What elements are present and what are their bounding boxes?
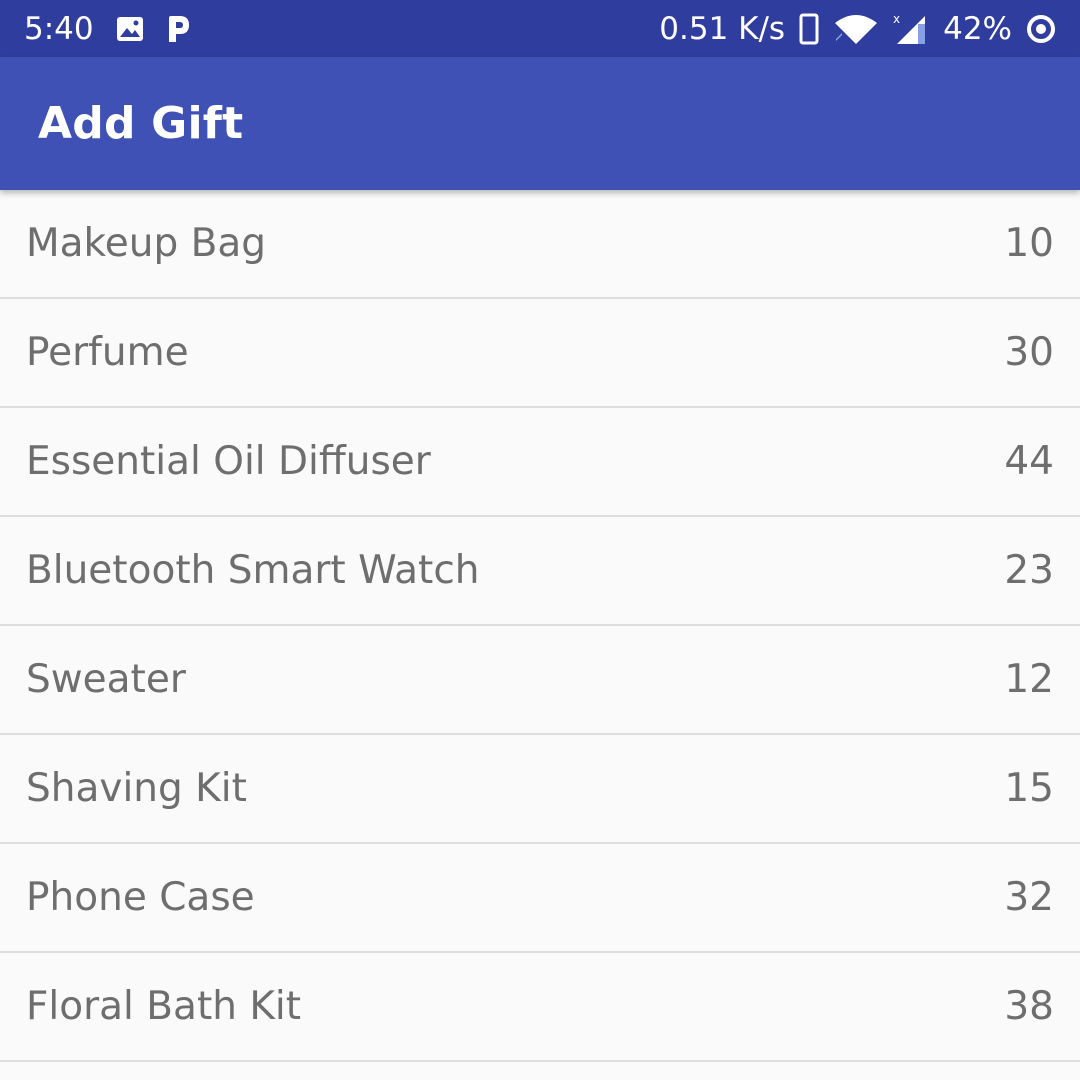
gift-value: 32	[1004, 875, 1054, 920]
parking-icon	[166, 14, 192, 44]
gift-item-sweater[interactable]: Sweater 12	[0, 626, 1080, 735]
gift-name: Floral Bath Kit	[26, 984, 302, 1029]
battery-ring-icon	[1026, 14, 1056, 44]
gift-name: Makeup Bag	[26, 221, 267, 266]
app-bar: Add Gift	[0, 57, 1080, 190]
gift-name: Bluetooth Smart Watch	[26, 548, 480, 593]
battery-percent: 42%	[943, 10, 1012, 47]
gift-value: 38	[1004, 984, 1054, 1029]
gift-item-essential-oil-diffuser[interactable]: Essential Oil Diffuser 44	[0, 408, 1080, 517]
gift-name: Sweater	[26, 657, 186, 702]
gift-item-phone-case[interactable]: Phone Case 32	[0, 844, 1080, 953]
signal-icon: x	[893, 12, 929, 46]
gift-item-bluetooth-smart-watch[interactable]: Bluetooth Smart Watch 23	[0, 517, 1080, 626]
status-time: 5:40	[24, 10, 94, 47]
gift-item-floral-bath-kit[interactable]: Floral Bath Kit 38	[0, 953, 1080, 1062]
gift-list: Makeup Bag 10 Perfume 30 Essential Oil D…	[0, 190, 1080, 1062]
gift-value: 23	[1004, 548, 1054, 593]
network-speed: 0.51 K/s	[659, 10, 786, 47]
gift-value: 10	[1004, 221, 1054, 266]
gift-name: Essential Oil Diffuser	[26, 439, 431, 484]
gift-name: Phone Case	[26, 875, 255, 920]
gift-item-perfume[interactable]: Perfume 30	[0, 299, 1080, 408]
gift-name: Shaving Kit	[26, 766, 247, 811]
wifi-icon	[833, 13, 879, 45]
gift-name: Perfume	[26, 330, 189, 375]
image-icon	[116, 16, 144, 42]
gift-value: 30	[1004, 330, 1054, 375]
gift-value: 15	[1004, 766, 1054, 811]
gift-item-shaving-kit[interactable]: Shaving Kit 15	[0, 735, 1080, 844]
gift-value: 12	[1004, 657, 1054, 702]
page-title: Add Gift	[38, 98, 244, 149]
status-left: 5:40	[24, 11, 192, 47]
status-bar: 5:40 0.51 K/s x 42%	[0, 0, 1080, 57]
gift-item-makeup-bag[interactable]: Makeup Bag 10	[0, 190, 1080, 299]
svg-text:x: x	[893, 12, 900, 26]
status-right: 0.51 K/s x 42%	[659, 11, 1056, 47]
phone-outline-icon	[799, 13, 819, 45]
gift-value: 44	[1004, 439, 1054, 484]
